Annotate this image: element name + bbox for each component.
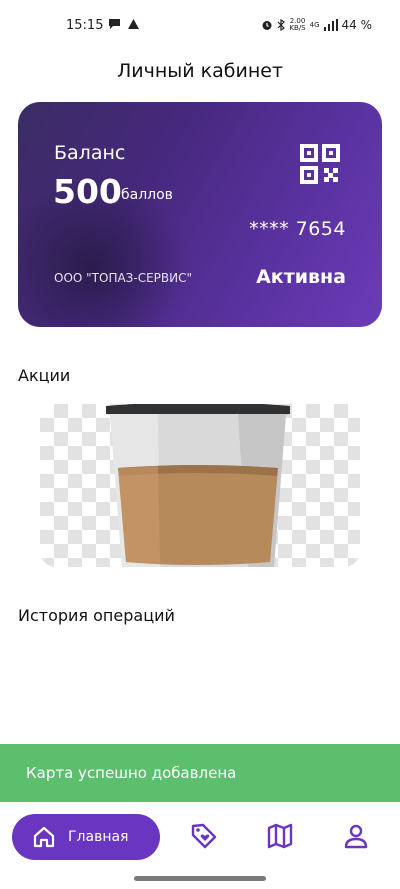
status-bar: 15:15 2.00 KB/S 4G 44 % [0, 0, 400, 52]
balance-value: 500 [53, 172, 122, 211]
coffee-cup-image [106, 404, 290, 567]
status-time: 15:15 [66, 18, 104, 33]
net-speed: 2.00 KB/S [289, 18, 305, 32]
signal-icon [323, 19, 338, 31]
card-number: **** 7654 [249, 218, 346, 240]
promo-banner[interactable] [40, 404, 360, 567]
status-left-icons [108, 18, 140, 30]
loyalty-card[interactable]: Баланс 500 баллов **** 7654 ООО "ТОПАЗ-С… [18, 102, 382, 327]
promos-heading: Акции [18, 366, 71, 385]
net-speed-unit: KB/S [289, 24, 306, 32]
battery-level: 44 % [341, 18, 373, 32]
history-heading: История операций [18, 606, 175, 625]
bluetooth-icon [277, 19, 286, 31]
balance-label: Баланс [54, 142, 126, 164]
alarm-icon [262, 21, 272, 30]
nav-home-label: Главная [68, 829, 129, 845]
status-right-icons: 2.00 KB/S 4G 44 % [261, 18, 372, 32]
network-type: 4G [309, 21, 320, 29]
toast-message: Карта успешно добавлена [26, 764, 237, 782]
success-toast: Карта успешно добавлена [0, 744, 400, 802]
profile-icon[interactable] [342, 822, 370, 850]
qr-code-icon[interactable] [300, 144, 340, 184]
home-indicator[interactable] [134, 876, 266, 881]
card-status: Активна [256, 266, 346, 288]
tag-heart-icon[interactable] [190, 822, 218, 850]
balance-unit: баллов [121, 187, 173, 203]
message-icon [109, 19, 120, 29]
card-company: ООО "ТОПАЗ-СЕРВИС" [54, 271, 193, 285]
wifi-triangle-icon [128, 19, 139, 29]
home-icon [33, 826, 55, 848]
page-title: Личный кабинет [116, 60, 284, 82]
map-icon[interactable] [266, 822, 294, 850]
nav-home-button[interactable]: Главная [12, 814, 160, 860]
